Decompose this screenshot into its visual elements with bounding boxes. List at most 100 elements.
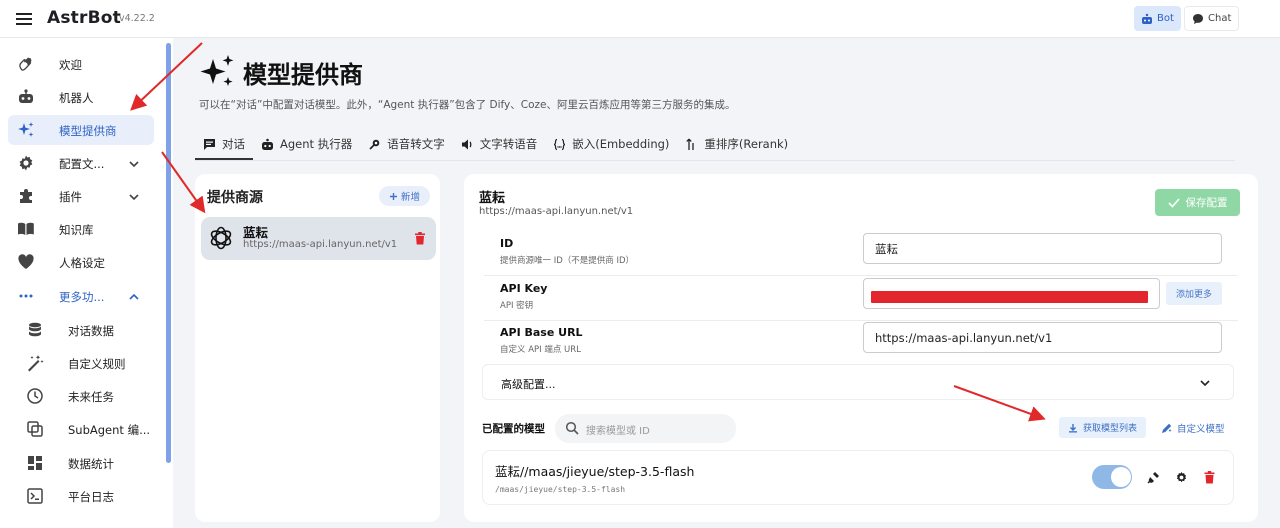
- field-hint: 自定义 API 端点 URL: [500, 345, 581, 355]
- sidebar-item-persona[interactable]: 人格设定: [8, 247, 154, 277]
- chat-icon: [204, 138, 215, 150]
- clock-icon: [27, 388, 43, 404]
- tab-text-to-speech[interactable]: 文字转语音: [453, 128, 546, 160]
- field-hint: 提供商源唯一 ID（不是提供商 ID）: [500, 256, 635, 266]
- delete-icon[interactable]: [414, 232, 426, 245]
- sidebar-item-label: 插件: [59, 190, 82, 204]
- chevron-down-icon: [1200, 380, 1210, 387]
- sidebar-subitem-platform-logs[interactable]: 平台日志: [8, 481, 154, 511]
- sidebar-item-label: 平台日志: [68, 490, 114, 504]
- provider-tabs: 对话 Agent 执行器 语音转文字 文字转语音 嵌入(Embedding) 重…: [195, 128, 796, 160]
- plus-icon: [389, 192, 397, 200]
- api-key-input[interactable]: [863, 278, 1160, 309]
- delete-icon[interactable]: [1203, 471, 1216, 484]
- sidebar-item-plugins[interactable]: 插件: [8, 181, 154, 211]
- id-input[interactable]: 蓝耘: [863, 233, 1222, 264]
- chat-label: Chat: [1208, 13, 1232, 24]
- menu-icon[interactable]: [15, 10, 33, 28]
- database-icon: [29, 322, 41, 337]
- puzzle-icon: [20, 189, 32, 203]
- fetch-model-list-button[interactable]: 获取模型列表: [1059, 417, 1146, 438]
- dashboard-icon: [28, 456, 42, 470]
- sidebar-item-label: 对话数据: [68, 324, 114, 338]
- bot-mode-button[interactable]: Bot: [1134, 6, 1181, 31]
- sidebar-item-label: 欢迎: [59, 58, 82, 72]
- robot-icon: [1142, 13, 1152, 24]
- model-enabled-toggle[interactable]: [1092, 465, 1132, 489]
- sidebar-item-label: 知识库: [59, 223, 94, 237]
- field-label: API Key: [500, 282, 548, 295]
- tab-label: 语音转文字: [387, 137, 445, 151]
- redaction-mark: [871, 291, 1148, 303]
- sidebar-subitem-custom-rules[interactable]: 自定义规则: [8, 348, 154, 378]
- tab-chat[interactable]: 对话: [195, 128, 253, 160]
- tab-label: Agent 执行器: [280, 137, 353, 151]
- tab-embedding[interactable]: 嵌入(Embedding): [545, 128, 677, 160]
- model-name: 蓝耘//maas/jieyue/step-3.5-flash: [495, 464, 695, 479]
- provider-list-title: 提供商源: [207, 190, 263, 206]
- tab-label: 对话: [222, 137, 245, 151]
- add-provider-label: 新增: [400, 192, 420, 203]
- gear-icon: [19, 155, 33, 171]
- sidebar-item-config[interactable]: 配置文...: [8, 148, 154, 178]
- console-icon: [27, 488, 43, 504]
- app-title: AstrBot: [47, 8, 121, 28]
- sidebar: 欢迎 机器人 模型提供商 配置文... 插件 知识库 人格设定 更多功... 对…: [0, 38, 173, 528]
- sidebar-item-label: 配置文...: [59, 157, 105, 171]
- provider-detail-panel: 蓝耘 https://maas-api.lanyun.net/v1 保存配置 I…: [464, 174, 1258, 522]
- sidebar-item-label: 模型提供商: [59, 124, 117, 138]
- plug-icon[interactable]: [1147, 471, 1160, 484]
- field-row-id: ID 提供商源唯一 ID（不是提供商 ID） 蓝耘: [484, 232, 1238, 276]
- sidebar-item-robot[interactable]: 机器人: [8, 82, 154, 112]
- provider-detail-name: 蓝耘: [479, 191, 506, 206]
- tab-speech-to-text[interactable]: 语音转文字: [360, 128, 453, 160]
- configured-models-title: 已配置的模型: [482, 423, 545, 435]
- sidebar-scrollbar[interactable]: [166, 43, 171, 463]
- model-card: 蓝耘//maas/jieyue/step-3.5-flash /maas/jie…: [482, 450, 1234, 505]
- model-search-input[interactable]: 搜索模型或 ID: [555, 414, 736, 443]
- sidebar-item-knowledge-base[interactable]: 知识库: [8, 214, 154, 244]
- field-row-api-key: API Key API 密钥 添加更多: [484, 277, 1238, 321]
- field-label: API Base URL: [500, 326, 583, 339]
- sparkles-icon: [18, 122, 34, 137]
- api-base-url-input[interactable]: https://maas-api.lanyun.net/v1: [863, 322, 1222, 353]
- chevron-down-icon: [129, 161, 139, 168]
- search-icon: [565, 421, 579, 435]
- tab-agent-runner[interactable]: Agent 执行器: [253, 128, 360, 160]
- custom-model-button[interactable]: 自定义模型: [1161, 421, 1225, 435]
- save-config-label: 保存配置: [1185, 197, 1228, 209]
- model-id: /maas/jieyue/step-3.5-flash: [495, 485, 626, 494]
- tab-label: 重排序(Rerank): [704, 137, 789, 151]
- app-version: v4.22.2: [119, 13, 155, 24]
- sidebar-item-more[interactable]: 更多功...: [8, 281, 154, 311]
- provider-detail-url: https://maas-api.lanyun.net/v1: [479, 206, 634, 217]
- sidebar-subitem-conversations[interactable]: 对话数据: [8, 315, 154, 345]
- sidebar-subitem-statistics[interactable]: 数据统计: [8, 448, 154, 478]
- advanced-config-expander[interactable]: 高级配置...: [482, 364, 1234, 400]
- save-config-button[interactable]: 保存配置: [1155, 189, 1240, 216]
- sidebar-item-model-providers[interactable]: 模型提供商: [8, 115, 154, 145]
- top-bar: AstrBot v4.22.2 Bot Chat: [0, 0, 1280, 38]
- download-icon: [1068, 423, 1077, 432]
- toggle-knob: [1111, 467, 1131, 487]
- fetch-model-list-label: 获取模型列表: [1082, 424, 1137, 434]
- sidebar-subitem-subagent[interactable]: SubAgent 编...: [8, 414, 154, 444]
- sidebar-item-label: 自定义规则: [68, 357, 126, 371]
- provider-item[interactable]: 蓝耘 https://maas-api.lanyun.net/v1: [201, 217, 436, 260]
- speaker-icon: [461, 139, 472, 149]
- model-search-placeholder: 搜索模型或 ID: [586, 426, 650, 437]
- chat-mode-button[interactable]: Chat: [1184, 6, 1240, 31]
- provider-list-panel: 提供商源 新增 蓝耘 https://maas-api.lanyun.net/v…: [195, 174, 440, 522]
- gear-icon[interactable]: [1175, 471, 1188, 484]
- sidebar-item-label: 数据统计: [68, 457, 114, 471]
- page-description: 可以在“对话”中配置对话模型。此外，“Agent 执行器”包含了 Dify、Co…: [199, 99, 736, 111]
- add-provider-button[interactable]: 新增: [379, 186, 430, 206]
- tab-rerank[interactable]: 重排序(Rerank): [677, 128, 796, 160]
- provider-url: https://maas-api.lanyun.net/v1: [243, 239, 398, 250]
- chat-bubble-icon: [1193, 13, 1203, 24]
- sidebar-subitem-future-tasks[interactable]: 未来任务: [8, 381, 154, 411]
- sidebar-item-label: 更多功...: [59, 290, 105, 304]
- add-more-key-button[interactable]: 添加更多: [1166, 282, 1222, 305]
- sidebar-item-welcome[interactable]: 欢迎: [8, 49, 154, 79]
- voice-icon: [369, 139, 380, 150]
